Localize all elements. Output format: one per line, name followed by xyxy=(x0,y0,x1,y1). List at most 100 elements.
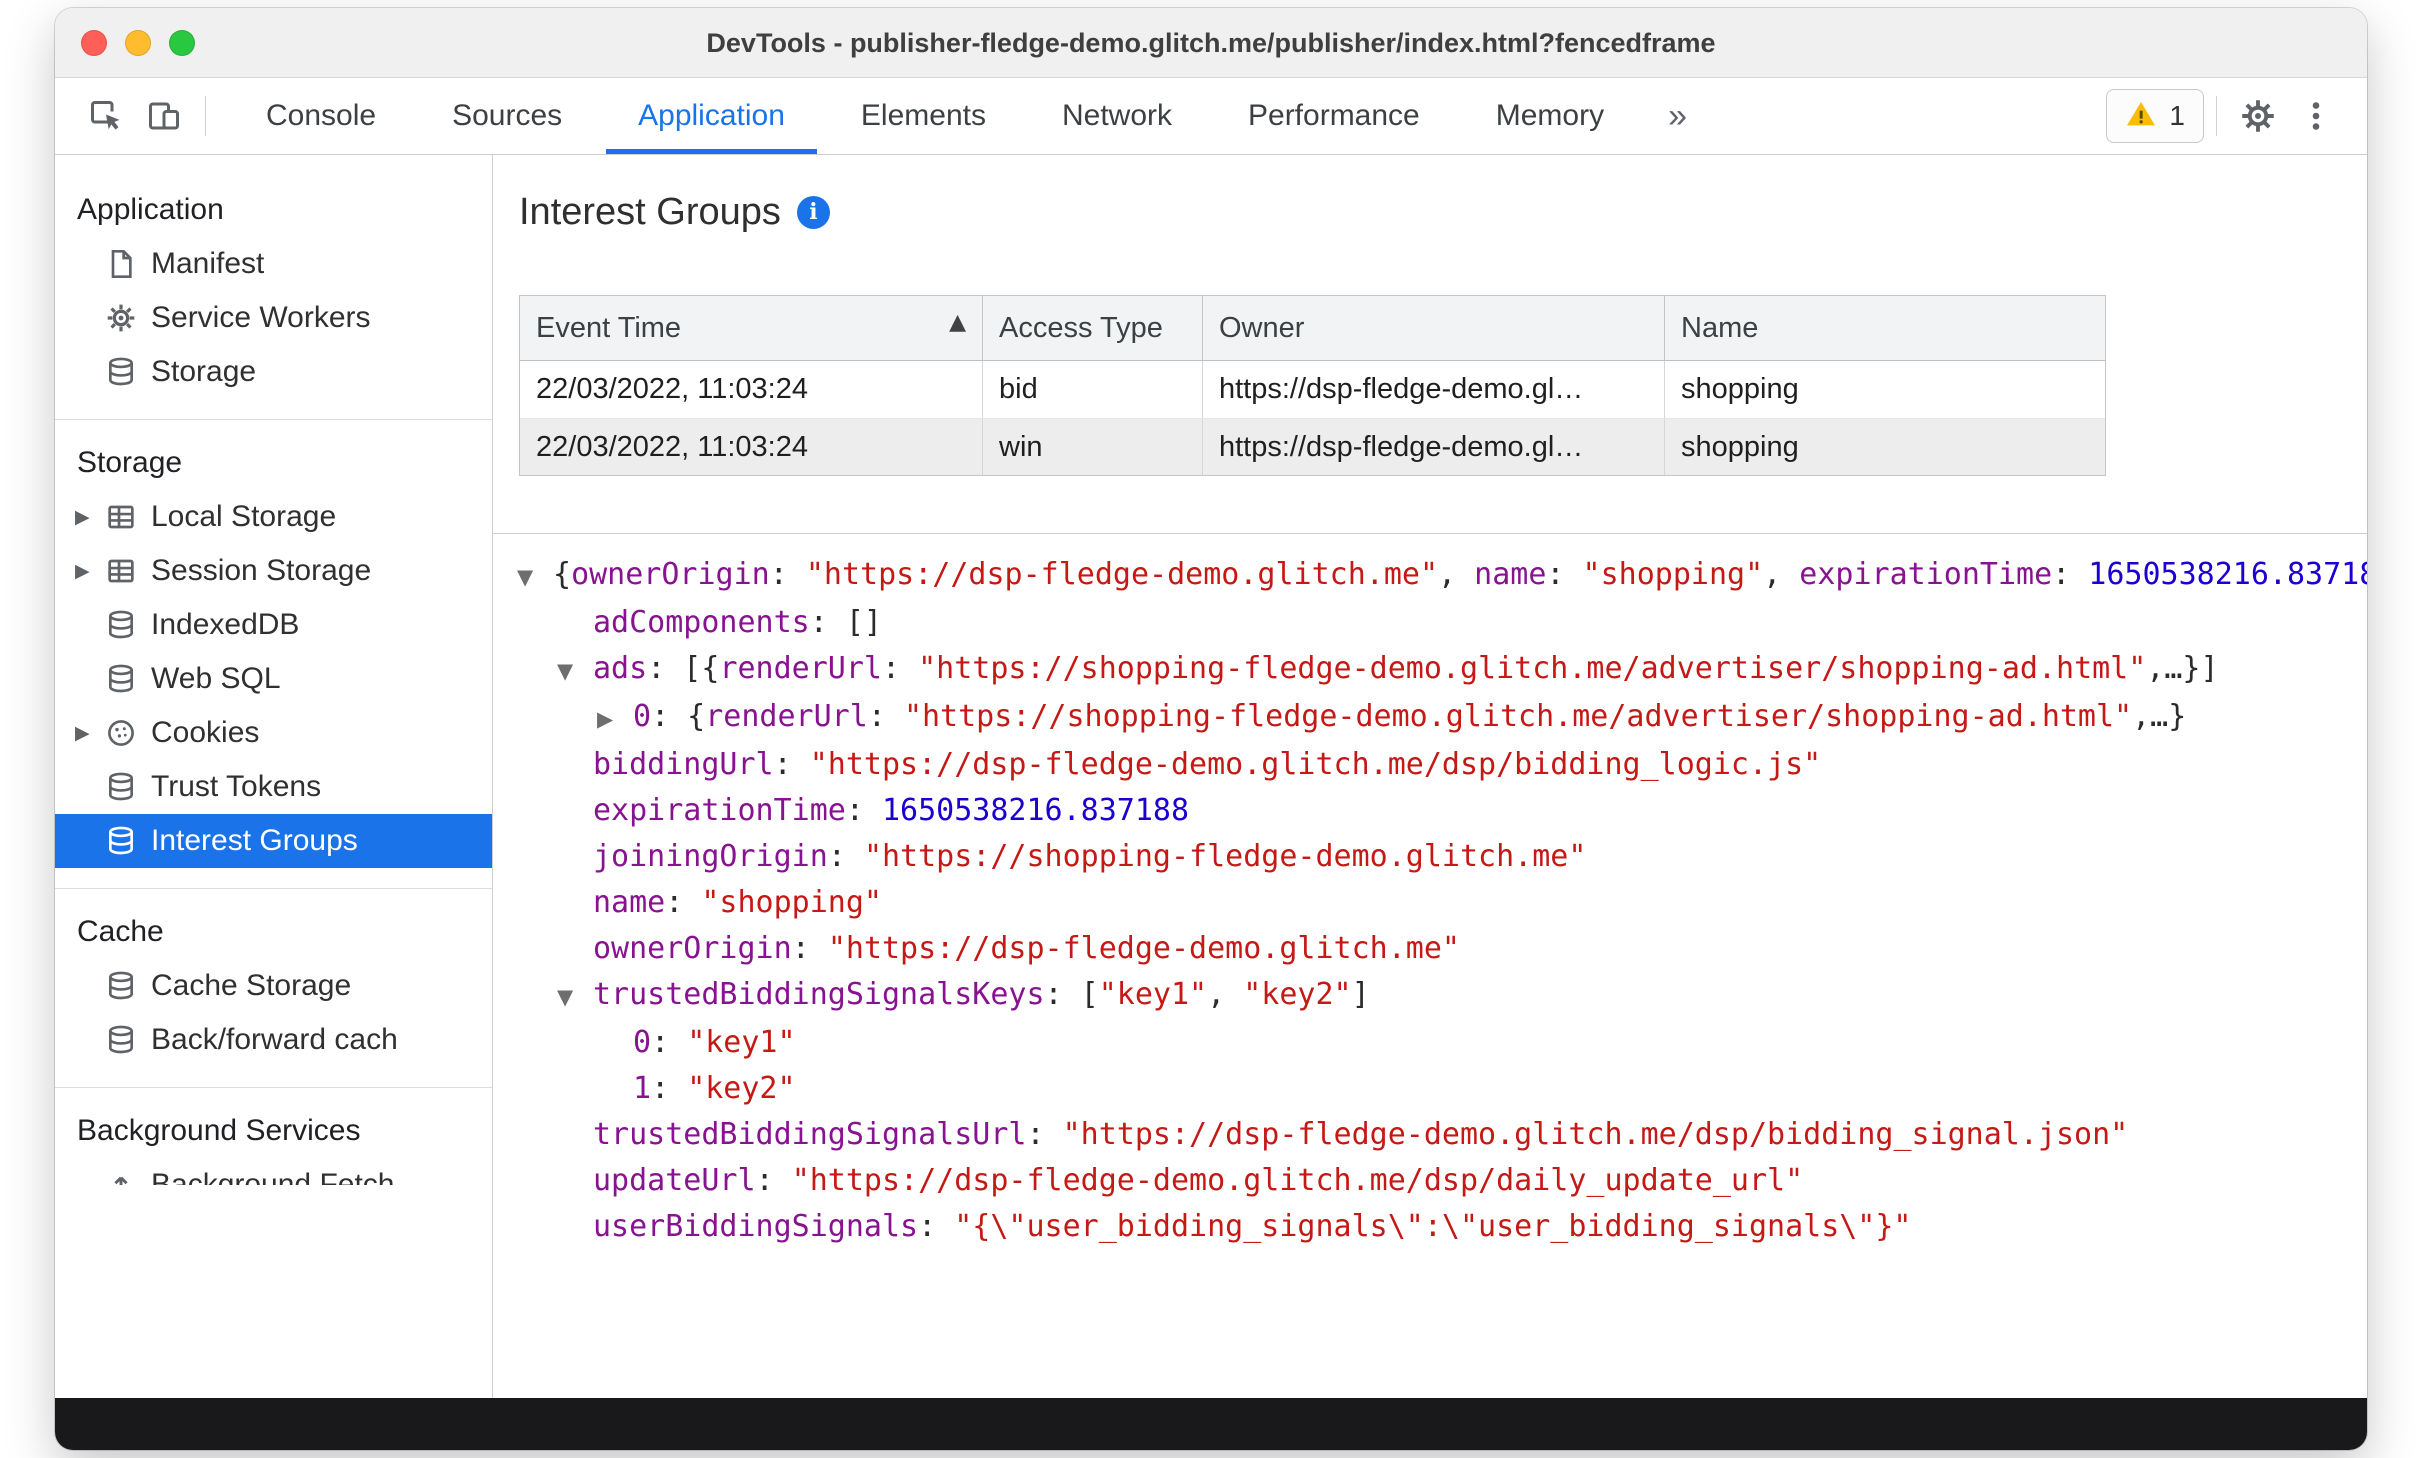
more-tabs-button[interactable]: » xyxy=(1642,78,1713,154)
json-punctuation: , xyxy=(1207,977,1244,1012)
string-value: "https://dsp-fledge-demo.glitch.me/dsp/b… xyxy=(1062,1117,2129,1152)
sidebar-item-local-storage[interactable]: ▶ Local Storage xyxy=(55,490,492,544)
sort-ascending-icon: ▲ xyxy=(949,310,966,335)
json-punctuation: : xyxy=(791,931,828,966)
tree-row[interactable]: adComponents: [] xyxy=(493,600,2367,646)
tab-memory[interactable]: Memory xyxy=(1458,78,1642,154)
sidebar-item-service-workers[interactable]: Service Workers xyxy=(55,291,492,345)
property-name: updateUrl xyxy=(593,1163,756,1198)
sidebar-item-indexeddb[interactable]: IndexedDB xyxy=(55,598,492,652)
device-toolbar-icon[interactable] xyxy=(135,78,193,154)
collapse-triangle-icon[interactable]: ▼ xyxy=(517,554,553,600)
expand-triangle-icon[interactable]: ▶ xyxy=(75,722,105,744)
sidebar-item-label: Cache Storage xyxy=(151,969,352,1002)
tree-row[interactable]: expirationTime: 1650538216.837188 xyxy=(493,788,2367,834)
tree-row[interactable]: 0: "key1" xyxy=(493,1020,2367,1066)
info-icon[interactable]: i xyxy=(796,195,830,229)
json-punctuation: : xyxy=(1026,1117,1063,1152)
tree-row[interactable]: 1: "key2" xyxy=(493,1066,2367,1112)
cell-access-type: win xyxy=(983,419,1203,475)
tab-application[interactable]: Application xyxy=(600,78,823,154)
json-punctuation: : xyxy=(1546,557,1583,592)
tree-row[interactable]: ▶ 0: {renderUrl: "https://shopping-fledge… xyxy=(493,694,2367,742)
tab-performance[interactable]: Performance xyxy=(1210,78,1458,154)
string-value: "shopping" xyxy=(1582,557,1764,592)
collapse-triangle-icon[interactable]: ▼ xyxy=(557,648,593,694)
tree-row[interactable]: ▼ {ownerOrigin: "https://dsp-fledge-demo.… xyxy=(493,552,2367,600)
sidebar-item-cache-storage[interactable]: Cache Storage xyxy=(55,959,492,1013)
string-value: "https://dsp-fledge-demo.glitch.me/dsp/d… xyxy=(791,1163,1804,1198)
database-icon xyxy=(105,609,151,641)
sidebar-item-manifest[interactable]: Manifest xyxy=(55,237,492,291)
tree-row[interactable]: ownerOrigin: "https://dsp-fledge-demo.gl… xyxy=(493,926,2367,972)
database-icon xyxy=(105,1024,151,1056)
string-value: "https://shopping-fledge-demo.glitch.me/… xyxy=(903,699,2133,734)
sidebar-item-interest-groups[interactable]: Interest Groups xyxy=(55,814,492,868)
inspect-cursor-icon[interactable] xyxy=(77,78,135,154)
sidebar-item-trust-tokens[interactable]: Trust Tokens xyxy=(55,760,492,814)
devtools-content: Application Manifest Service Workers Storag… xyxy=(55,155,2367,1398)
column-label: Access Type xyxy=(999,311,1163,344)
sidebar-item-session-storage[interactable]: ▶ Session Storage xyxy=(55,544,492,598)
json-punctuation: : [{ xyxy=(647,651,720,686)
titlebar[interactable]: DevTools - publisher-fledge-demo.glitch.… xyxy=(55,8,2367,78)
tree-row[interactable]: joiningOrigin: "https://shopping-fledge-… xyxy=(493,834,2367,880)
property-name: trustedBiddingSignalsKeys xyxy=(593,977,1045,1012)
sidebar-item-back-forward-cach[interactable]: Back/forward cach xyxy=(55,1013,492,1067)
sidebar-section-cache: Cache Cache Storage Back/forward cach xyxy=(55,888,492,1087)
table-row[interactable]: 22/03/2022, 11:03:24 bid https://dsp-fledg… xyxy=(520,361,2105,418)
tree-row[interactable]: name: "shopping" xyxy=(493,880,2367,926)
json-punctuation: : [] xyxy=(809,605,882,640)
tree-row[interactable]: userBiddingSignals: "{\"user_bidding_sig… xyxy=(493,1204,2367,1250)
json-punctuation: : xyxy=(827,839,864,874)
interest-groups-panel: Interest Groups i Event Time ▲ Access Type… xyxy=(493,155,2367,1398)
warning-triangle-icon xyxy=(2125,98,2157,135)
json-punctuation: ] xyxy=(1351,977,1370,1012)
cell-owner: https://dsp-fledge-demo.gl… xyxy=(1203,419,1665,475)
sidebar-section-storage: Storage ▶ Local Storage ▶ Session Storage Ind… xyxy=(55,419,492,888)
tree-row[interactable]: trustedBiddingSignalsUrl: "https://dsp-f… xyxy=(493,1112,2367,1158)
browser-page-strip xyxy=(55,1398,2367,1450)
table-body: 22/03/2022, 11:03:24 bid https://dsp-fledg… xyxy=(520,361,2105,475)
sidebar-item-storage[interactable]: Storage xyxy=(55,345,492,399)
json-punctuation: : xyxy=(651,1025,688,1060)
settings-gear-icon[interactable] xyxy=(2229,78,2287,154)
tree-row[interactable]: updateUrl: "https://dsp-fledge-demo.glit… xyxy=(493,1158,2367,1204)
expand-triangle-icon[interactable]: ▶ xyxy=(75,506,105,528)
tab-network[interactable]: Network xyxy=(1024,78,1210,154)
column-header-event-time[interactable]: Event Time ▲ xyxy=(520,296,983,360)
sidebar-item-web-sql[interactable]: Web SQL xyxy=(55,652,492,706)
collapse-triangle-icon[interactable]: ▼ xyxy=(557,974,593,1020)
sidebar-item-cookies[interactable]: ▶ Cookies xyxy=(55,706,492,760)
property-name: 0 xyxy=(633,1025,652,1060)
table-row[interactable]: 22/03/2022, 11:03:24 win https://dsp-fledg… xyxy=(520,418,2105,475)
string-value: "key1" xyxy=(1098,977,1208,1012)
sidebar-section-title: Application xyxy=(77,193,224,226)
column-header-name[interactable]: Name xyxy=(1665,296,2105,360)
tab-elements[interactable]: Elements xyxy=(823,78,1024,154)
sidebar-item-background-fetch[interactable]: Background Fetch xyxy=(55,1158,492,1185)
column-header-owner[interactable]: Owner xyxy=(1203,296,1665,360)
tab-console[interactable]: Console xyxy=(228,78,414,154)
tree-row[interactable]: biddingUrl: "https://dsp-fledge-demo.gli… xyxy=(493,742,2367,788)
string-value: "https://shopping-fledge-demo.glitch.me/… xyxy=(918,651,2147,686)
tree-row[interactable]: ▼ trustedBiddingSignalsKeys: ["key1", "ke… xyxy=(493,972,2367,1020)
tab-sources[interactable]: Sources xyxy=(414,78,600,154)
expand-triangle-icon[interactable]: ▶ xyxy=(597,696,633,742)
json-punctuation: : xyxy=(2052,557,2089,592)
expand-triangle-icon[interactable]: ▶ xyxy=(75,560,105,582)
column-header-access-type[interactable]: Access Type xyxy=(983,296,1203,360)
devtools-toolbar: Console Sources Application Elements Network… xyxy=(55,78,2367,155)
table-header-row: Event Time ▲ Access Type Owner Name xyxy=(520,296,2105,361)
kebab-menu-icon[interactable] xyxy=(2287,78,2345,154)
sidebar-item-label: Trust Tokens xyxy=(151,770,322,803)
json-punctuation: , xyxy=(1763,557,1800,592)
sidebar-item-label: Web SQL xyxy=(151,662,281,695)
cell-event-time: 22/03/2022, 11:03:24 xyxy=(520,419,983,475)
string-value: "https://dsp-fledge-demo.glitch.me" xyxy=(827,931,1460,966)
property-name: name xyxy=(593,885,666,920)
tree-row[interactable]: ▼ ads: [{renderUrl: "https://shopping-fle… xyxy=(493,646,2367,694)
issues-badge[interactable]: 1 xyxy=(2106,89,2204,143)
sidebar-scroll-area[interactable]: Application Manifest Service Workers Storag… xyxy=(55,155,492,1185)
sidebar-item-label: Interest Groups xyxy=(151,824,358,857)
